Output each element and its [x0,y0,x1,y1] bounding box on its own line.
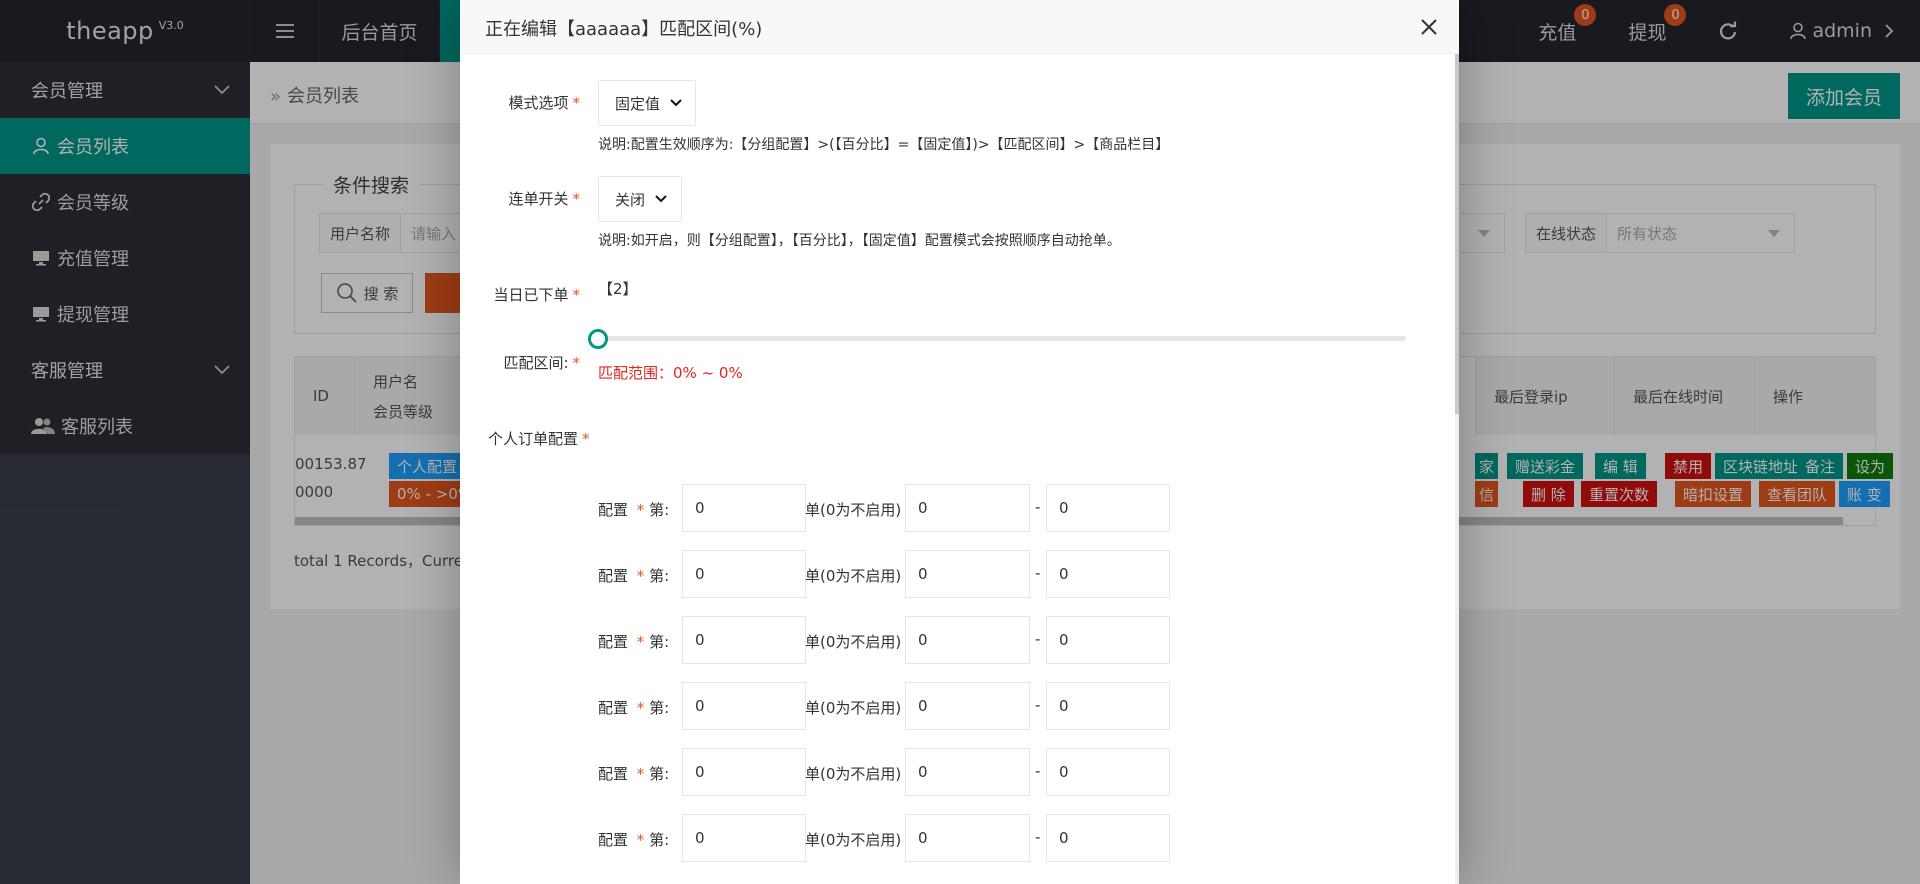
today-orders-label: 当日已下单 * [493,286,581,304]
config-max-input[interactable]: 0 [1046,682,1170,730]
chevron-down-icon [670,99,682,107]
mode-option-label: 模式选项 * [508,94,581,112]
required-mark: * [632,699,650,717]
required-mark: * [582,430,590,448]
mode-option-select[interactable]: 固定值 [598,80,696,126]
required-mark: * [632,501,650,519]
close-icon [1421,19,1437,35]
config-row: 配置 * 第: 0 单(0为不启用) 0-0 [460,550,1459,600]
config-range-dash: - [1035,762,1041,780]
config-unit-text: 单(0为不启用) [805,699,902,717]
config-order-input[interactable]: 0 [682,682,806,730]
config-order-input[interactable]: 0 [682,814,806,862]
modal-scrollbar-thumb[interactable] [1455,54,1459,414]
modal-header: 正在编辑【aaaaaa】匹配区间(%) [460,0,1459,54]
config-row-label: 配置 * 第: [598,699,670,717]
mode-option-value: 固定值 [615,94,661,113]
config-row-label: 配置 * 第: [598,765,670,783]
config-range-dash: - [1035,696,1041,714]
config-row: 配置 * 第: 0 单(0为不启用) 0-0 [460,814,1459,864]
modal-body: 模式选项 * 固定值 说明:配置生效顺序为:【分组配置】>(【百分比】=【固定值】… [460,54,1459,884]
required-mark: * [572,94,581,112]
config-order-input[interactable]: 0 [682,748,806,796]
modal-close-button[interactable] [1417,15,1441,39]
config-min-input[interactable]: 0 [905,484,1030,532]
config-min-input[interactable]: 0 [905,814,1030,862]
match-range-text: 匹配范围：0% ~ 0% [598,364,743,382]
config-row: 配置 * 第: 0 单(0为不启用) 0-0 [460,616,1459,666]
config-max-input[interactable]: 0 [1046,616,1170,664]
config-min-input[interactable]: 0 [905,550,1030,598]
required-mark: * [572,190,581,208]
config-row: 配置 * 第: 0 单(0为不启用) 0-0 [460,484,1459,534]
range-slider-track[interactable] [598,336,1406,341]
mode-option-note: 说明:配置生效顺序为:【分组配置】>(【百分比】=【固定值】)>【匹配区间】>【… [598,137,1170,153]
today-orders-value: 【2】 [598,280,638,298]
required-mark: * [572,286,581,304]
config-unit-text: 单(0为不启用) [805,633,902,651]
config-min-input[interactable]: 0 [905,682,1030,730]
config-unit-text: 单(0为不启用) [805,831,902,849]
required-mark: * [572,354,581,372]
config-unit-text: 单(0为不启用) [805,765,902,783]
config-unit-text: 单(0为不启用) [805,501,902,519]
personal-config-label: 个人订单配置 * [488,430,590,448]
config-max-input[interactable]: 0 [1046,550,1170,598]
chain-switch-label: 连单开关 * [508,190,581,208]
config-unit-text: 单(0为不启用) [805,567,902,585]
config-row: 配置 * 第: 0 单(0为不启用) 0-0 [460,682,1459,732]
config-min-input[interactable]: 0 [905,616,1030,664]
chain-switch-note: 说明:如开启，则【分组配置】，【百分比】，【固定值】配置模式会按照顺序自动抢单。 [598,233,1121,249]
config-max-input[interactable]: 0 [1046,748,1170,796]
edit-range-modal: 正在编辑【aaaaaa】匹配区间(%) 模式选项 * 固定值 说明:配置生效顺序为… [460,0,1459,884]
config-min-input[interactable]: 0 [905,748,1030,796]
range-slider-handle[interactable] [588,329,608,349]
chain-switch-select[interactable]: 关闭 [598,176,682,222]
required-mark: * [632,765,650,783]
modal-title: 正在编辑【aaaaaa】匹配区间(%) [485,19,763,40]
config-max-input[interactable]: 0 [1046,814,1170,862]
config-range-dash: - [1035,498,1041,516]
config-row-label: 配置 * 第: [598,633,670,651]
required-mark: * [632,567,650,585]
config-range-dash: - [1035,630,1041,648]
chevron-down-icon [655,195,667,203]
match-range-label: 匹配区间: * [503,354,581,372]
config-row-label: 配置 * 第: [598,831,670,849]
required-mark: * [632,633,650,651]
config-order-input[interactable]: 0 [682,616,806,664]
config-order-input[interactable]: 0 [682,550,806,598]
config-order-input[interactable]: 0 [682,484,806,532]
config-row-label: 配置 * 第: [598,501,670,519]
config-range-dash: - [1035,828,1041,846]
config-range-dash: - [1035,564,1041,582]
config-row-label: 配置 * 第: [598,567,670,585]
config-row: 配置 * 第: 0 单(0为不启用) 0-0 [460,748,1459,798]
config-max-input[interactable]: 0 [1046,484,1170,532]
chain-switch-value: 关闭 [615,190,646,209]
required-mark: * [632,831,650,849]
